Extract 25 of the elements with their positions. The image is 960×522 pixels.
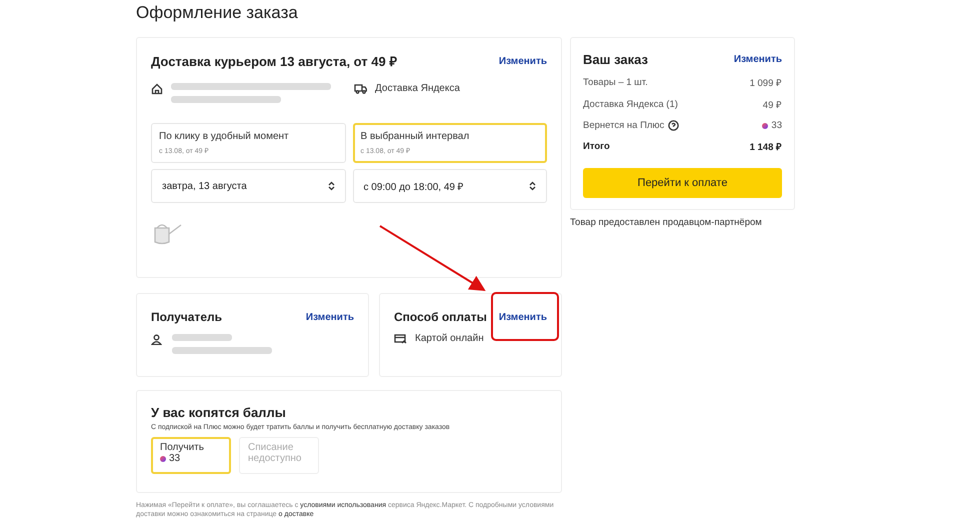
card-title: У вас копятся баллы <box>151 405 287 420</box>
pay-button[interactable]: Перейти к оплате <box>583 168 782 198</box>
card-title: Доставка курьером 13 августа, от 49 ₽ <box>151 53 398 70</box>
points-option[interactable]: Получить 33 <box>151 437 231 474</box>
card-title: Ваш заказ <box>583 52 648 67</box>
delivery-service: Доставка Яндекса <box>375 83 460 94</box>
summary-value: 33 <box>771 120 782 131</box>
summary-value: 1 099 ₽ <box>750 77 782 89</box>
card-title: Способ оплаты <box>394 310 487 324</box>
summary-label: Доставка Яндекса (1) <box>583 99 678 110</box>
summary-label: Итого <box>583 141 610 152</box>
change-link[interactable]: Изменить <box>734 54 782 65</box>
summary-label: Вернется на Плюс <box>583 120 664 131</box>
card-title: Получатель <box>151 310 222 324</box>
page-title: Оформление заказа <box>136 3 299 23</box>
seller-note: Товар предоставлен продавцом-партнёром <box>570 217 763 228</box>
change-link[interactable]: Изменить <box>306 312 354 322</box>
change-link[interactable]: Изменить <box>498 312 547 322</box>
summary-value: 49 ₽ <box>762 99 782 111</box>
summary-label: Товары – 1 шт. <box>583 77 648 88</box>
payment-method: Картой онлайн <box>415 333 484 344</box>
select-field[interactable]: с 09:00 до 18:00, 49 ₽ <box>352 169 547 203</box>
summary-value: 1 148 ₽ <box>750 141 782 153</box>
change-link[interactable]: Изменить <box>498 56 547 66</box>
select-field[interactable]: завтра, 13 августа <box>151 169 346 203</box>
